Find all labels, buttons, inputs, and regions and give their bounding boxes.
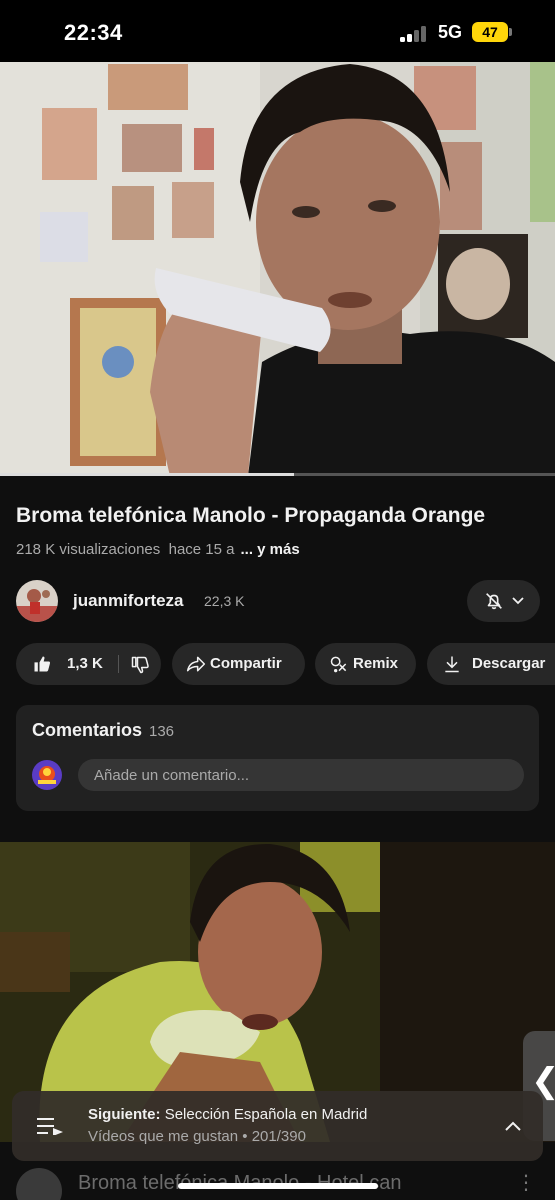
share-icon: [186, 656, 206, 672]
download-button[interactable]: Descargar: [427, 643, 555, 685]
playlist-info: Vídeos que me gustan • 201/390: [88, 1128, 306, 1145]
comments-title: Comentarios: [32, 720, 143, 740]
next-row-avatar[interactable]: [16, 1168, 62, 1200]
subscription-bell-button[interactable]: [467, 580, 540, 622]
upload-age: hace 15 a: [168, 541, 235, 558]
signal-icon: [400, 26, 430, 42]
channel-name[interactable]: juanmiforteza: [73, 591, 184, 611]
remix-button[interactable]: Remix: [315, 643, 416, 685]
playlist-next-label: Siguiente: Selección Española en Madrid: [88, 1106, 367, 1123]
user-avatar: [32, 760, 62, 790]
chevron-up-icon[interactable]: [504, 1120, 522, 1132]
comments-card[interactable]: Comentarios 136: [16, 705, 539, 811]
battery-tip: [509, 28, 512, 36]
video-frame: [0, 62, 555, 476]
status-time: 22:34: [64, 20, 123, 45]
channel-row: juanmiforteza 22,3 K: [16, 580, 540, 622]
view-count: 218 K visualizaciones: [16, 541, 161, 558]
comments-count: 136: [149, 723, 175, 740]
like-count[interactable]: 1,3 K: [67, 655, 103, 672]
bell-off-icon: [486, 593, 502, 610]
playlist-name: Vídeos que me gustan: [88, 1128, 239, 1145]
playlist-queue-icon: [37, 1118, 63, 1135]
home-indicator: [178, 1183, 378, 1189]
next-title: Selección Española en Madrid: [164, 1106, 368, 1123]
chevron-down-icon: [512, 597, 524, 605]
share-label: Compartir: [210, 655, 282, 672]
video-progress-bar[interactable]: [0, 473, 555, 476]
remix-icon: [330, 656, 347, 673]
video-meta[interactable]: 218 K visualizaciones hace 15 a ... y más: [16, 541, 300, 558]
next-prefix: Siguiente:: [88, 1106, 161, 1123]
thumbs-up-icon[interactable]: [32, 654, 52, 674]
subscriber-count: 22,3 K: [204, 593, 245, 609]
battery-icon: 47: [472, 22, 508, 42]
thumbs-down-icon[interactable]: [130, 655, 150, 675]
remix-label: Remix: [353, 655, 399, 672]
pill-divider: [118, 655, 119, 673]
playlist-position: 201/390: [251, 1128, 306, 1145]
download-label: Descargar: [472, 655, 546, 672]
more-link[interactable]: ... y más: [241, 541, 300, 558]
video-player[interactable]: [0, 62, 555, 476]
network-label: 5G: [438, 22, 463, 42]
channel-avatar[interactable]: [16, 580, 58, 622]
more-options-icon[interactable]: ⋮: [516, 1170, 536, 1195]
share-button[interactable]: Compartir: [172, 643, 305, 685]
download-icon: [445, 656, 459, 673]
comment-input[interactable]: [78, 759, 524, 791]
action-bar: 1,3 K Compartir Remix Descargar: [16, 643, 555, 685]
playlist-bar[interactable]: Siguiente: Selección Española en Madrid …: [12, 1091, 543, 1161]
like-dislike-pill: 1,3 K: [16, 643, 161, 685]
status-bar: 22:34 5G 47: [0, 0, 555, 62]
video-title[interactable]: Broma telefónica Manolo - Propaganda Ora…: [16, 504, 546, 528]
video-progress-fill: [0, 473, 295, 476]
